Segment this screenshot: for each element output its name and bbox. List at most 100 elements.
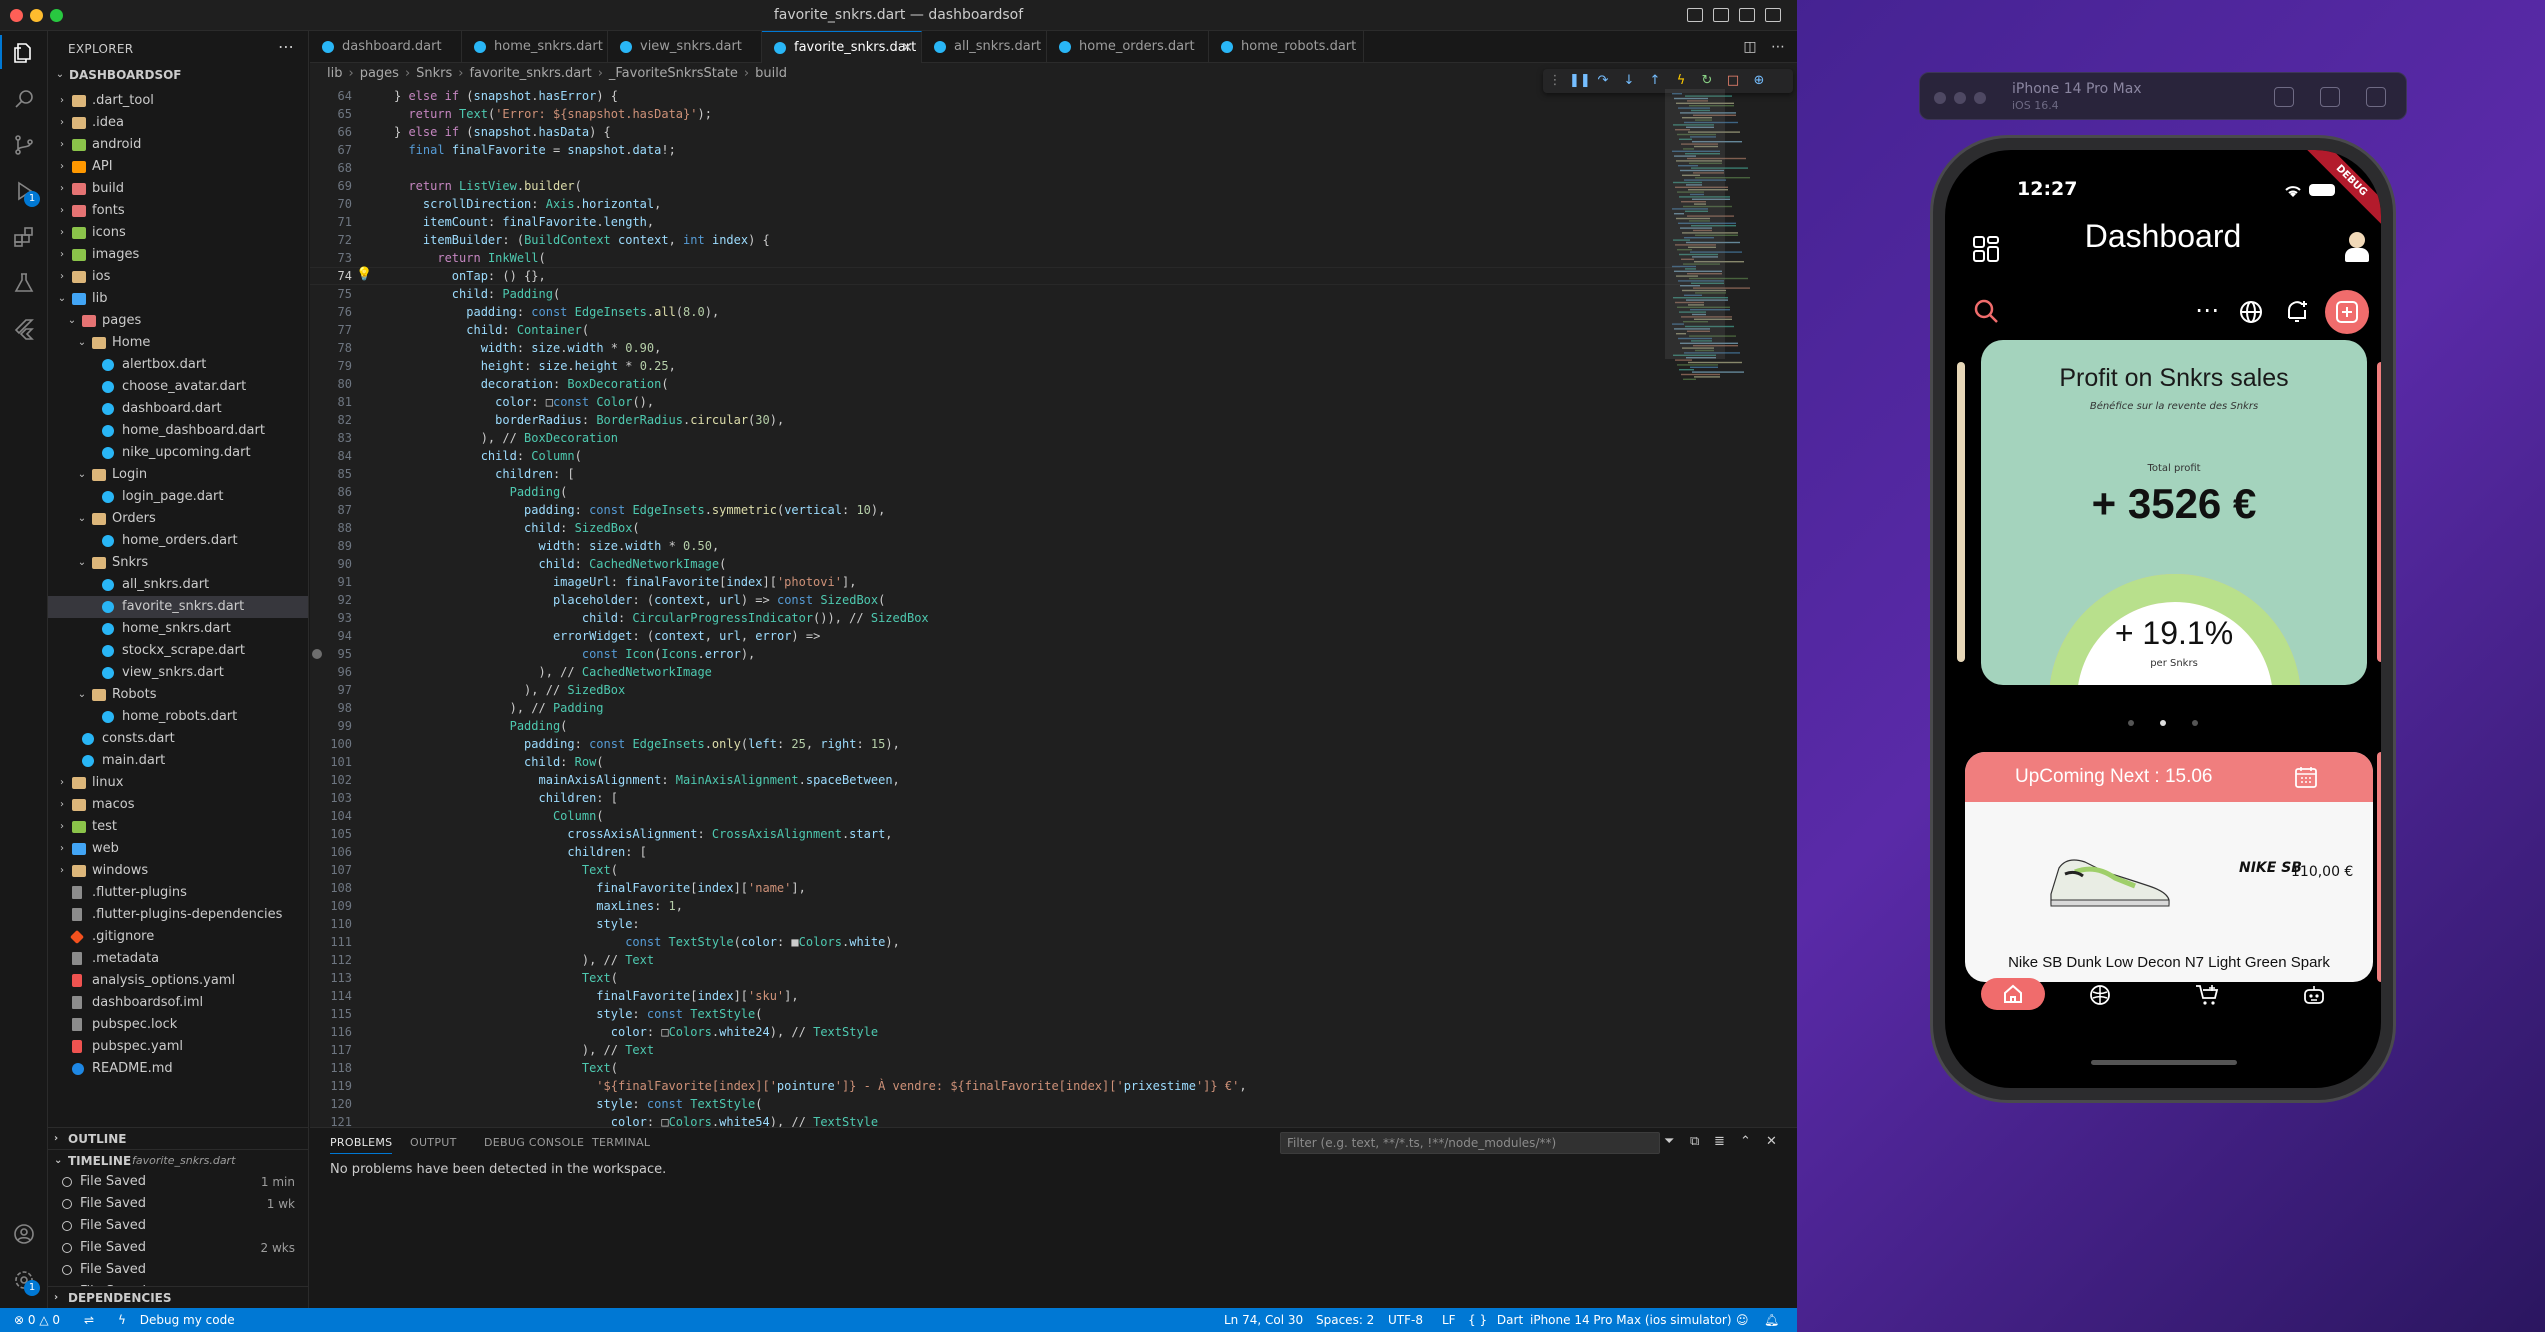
customize-layout-icon[interactable] <box>1765 8 1781 22</box>
carousel-dot[interactable] <box>2192 720 2198 726</box>
tree-item[interactable]: › API <box>48 156 308 178</box>
timeline-item[interactable]: File Saved 1 wk <box>48 1193 308 1215</box>
upcoming-next-card[interactable] <box>2377 752 2381 982</box>
line-number[interactable]: 107 <box>310 861 352 879</box>
tree-item[interactable]: › images <box>48 244 308 266</box>
line-number[interactable]: 75 <box>310 285 352 303</box>
line-number[interactable]: 65 <box>310 105 352 123</box>
tree-item[interactable]: nike_upcoming.dart <box>48 442 308 464</box>
tree-item[interactable]: main.dart <box>48 750 308 772</box>
line-number[interactable]: 66 <box>310 123 352 141</box>
tree-item[interactable]: README.md <box>48 1058 308 1080</box>
flutter-icon[interactable] <box>12 317 36 341</box>
tree-item[interactable]: alertbox.dart <box>48 354 308 376</box>
line-number[interactable]: 101 <box>310 753 352 771</box>
nav-orders-cart-icon[interactable] <box>2195 984 2219 1006</box>
line-number[interactable]: 69 <box>310 177 352 195</box>
timeline-item[interactable]: File Saved 1 min <box>48 1171 308 1193</box>
tree-item[interactable]: .flutter-plugins-dependencies <box>48 904 308 926</box>
line-number[interactable]: 79 <box>310 357 352 375</box>
line-number[interactable]: 109 <box>310 897 352 915</box>
tree-item[interactable]: stockx_scrape.dart <box>48 640 308 662</box>
tree-item[interactable]: ⌄ pages <box>48 310 308 332</box>
nav-home[interactable] <box>1981 978 2045 1010</box>
dependencies-section[interactable]: › DEPENDENCIES <box>48 1286 308 1308</box>
language-status[interactable]: { } Dart <box>1468 1308 1523 1332</box>
tree-item[interactable]: › windows <box>48 860 308 882</box>
line-number[interactable]: 91 <box>310 573 352 591</box>
tree-item[interactable]: .gitignore <box>48 926 308 948</box>
line-number[interactable]: 78 <box>310 339 352 357</box>
tree-item[interactable]: home_orders.dart <box>48 530 308 552</box>
chevron-down-icon[interactable]: ⌄ <box>54 68 66 82</box>
timeline-section[interactable]: ⌄ TIMELINE favorite_snkrs.dart <box>48 1149 308 1171</box>
line-number[interactable]: 112 <box>310 951 352 969</box>
line-number[interactable]: 64 <box>310 87 352 105</box>
line-number[interactable]: 87 <box>310 501 352 519</box>
line-number[interactable]: 117 <box>310 1041 352 1059</box>
line-number[interactable]: 83 <box>310 429 352 447</box>
line-number[interactable]: 90 <box>310 555 352 573</box>
line-number[interactable]: 115 <box>310 1005 352 1023</box>
editor-tab[interactable]: home_orders.dart <box>1047 31 1209 63</box>
upcoming-card[interactable]: UpComing Next : 15.06 NIKE SB 110,00 € N… <box>1965 752 2373 982</box>
panel-tab[interactable]: DEBUG CONSOLE <box>484 1136 584 1149</box>
line-number[interactable]: 89 <box>310 537 352 555</box>
globe-icon[interactable] <box>2239 300 2263 324</box>
tree-item[interactable]: ⌄ lib <box>48 288 308 310</box>
line-number[interactable]: 88 <box>310 519 352 537</box>
tree-item[interactable]: login_page.dart <box>48 486 308 508</box>
cursor-position[interactable]: Ln 74, Col 30 <box>1224 1308 1303 1332</box>
filter-icon[interactable]: ⏷ <box>1664 1134 1674 1149</box>
editor-tab[interactable]: all_snkrs.dart <box>922 31 1047 63</box>
line-number[interactable]: 118 <box>310 1059 352 1077</box>
line-number[interactable]: 72 <box>310 231 352 249</box>
editor-tab[interactable]: home_robots.dart <box>1209 31 1364 63</box>
avatar[interactable] <box>2343 232 2371 266</box>
panel-tab[interactable]: OUTPUT <box>410 1136 457 1149</box>
line-number[interactable]: 100 <box>310 735 352 753</box>
tree-item[interactable]: › .idea <box>48 112 308 134</box>
line-number[interactable]: 77 <box>310 321 352 339</box>
toggle-secondary-sidebar-icon[interactable] <box>1739 8 1755 22</box>
tree-item[interactable]: › android <box>48 134 308 156</box>
tree-item[interactable]: .metadata <box>48 948 308 970</box>
code-editor[interactable]: 64} else if (snapshot.hasError) {65 retu… <box>310 87 1680 1127</box>
tree-item[interactable]: › fonts <box>48 200 308 222</box>
carousel-dot[interactable] <box>2160 720 2166 726</box>
tree-item[interactable]: dashboard.dart <box>48 398 308 420</box>
tree-item[interactable]: consts.dart <box>48 728 308 750</box>
encoding[interactable]: UTF-8 <box>1388 1308 1423 1332</box>
editor-tab[interactable]: home_snkrs.dart <box>462 31 608 63</box>
line-number[interactable]: 84 <box>310 447 352 465</box>
editor-tab[interactable]: dashboard.dart <box>310 31 462 63</box>
problems-status[interactable]: ⊗ 0 △ 0 <box>14 1308 60 1332</box>
line-number[interactable]: 96 <box>310 663 352 681</box>
breadcrumb-item[interactable]: favorite_snkrs.dart <box>469 66 591 81</box>
line-number[interactable]: 86 <box>310 483 352 501</box>
tree-item[interactable]: view_snkrs.dart <box>48 662 308 684</box>
panel-tab[interactable]: TERMINAL <box>592 1136 650 1149</box>
minimap-slider[interactable] <box>1665 89 1725 359</box>
tree-item[interactable]: pubspec.lock <box>48 1014 308 1036</box>
close-tab-icon[interactable]: ✕ <box>901 32 913 64</box>
line-number[interactable]: 85 <box>310 465 352 483</box>
line-number[interactable]: 74 <box>310 267 352 285</box>
breakpoint-hint-icon[interactable] <box>312 649 322 659</box>
tree-item[interactable]: pubspec.yaml <box>48 1036 308 1058</box>
line-number[interactable]: 73 <box>310 249 352 267</box>
breadcrumb-item[interactable]: build <box>755 66 787 81</box>
line-number[interactable]: 121 <box>310 1113 352 1127</box>
breadcrumb-item[interactable]: lib <box>327 66 342 81</box>
tree-item[interactable]: all_snkrs.dart <box>48 574 308 596</box>
indentation[interactable]: Spaces: 2 <box>1316 1308 1374 1332</box>
tree-item[interactable]: dashboardsof.iml <box>48 992 308 1014</box>
tree-item[interactable]: favorite_snkrs.dart <box>48 596 308 618</box>
source-control-icon[interactable] <box>12 133 36 157</box>
breadcrumb-item[interactable]: pages <box>360 66 399 81</box>
tree-item[interactable]: › linux <box>48 772 308 794</box>
more-actions-icon[interactable]: ⋯ <box>278 37 294 56</box>
tree-item[interactable]: choose_avatar.dart <box>48 376 308 398</box>
carousel-prev-card[interactable] <box>1957 362 1965 662</box>
screenshot-icon[interactable] <box>2320 87 2340 107</box>
